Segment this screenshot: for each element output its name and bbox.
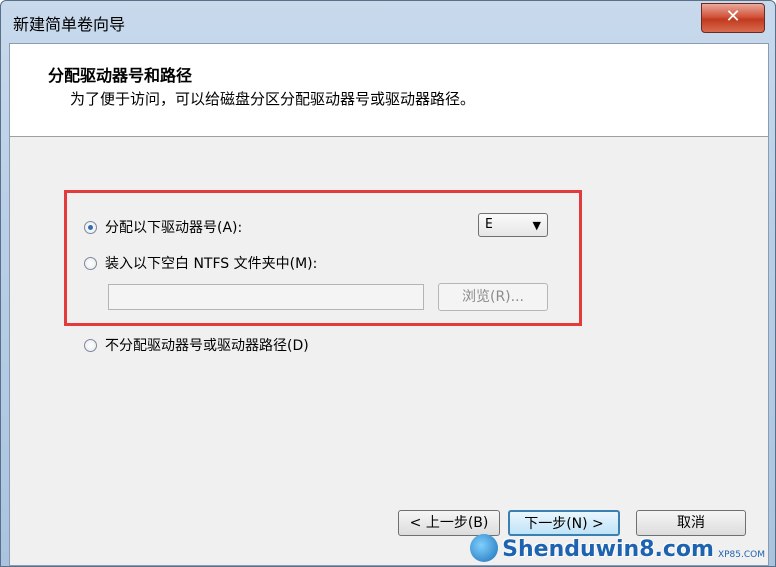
close-button[interactable]: ✕ bbox=[701, 3, 765, 33]
assign-letter-radio[interactable] bbox=[84, 220, 97, 234]
watermark: Shenduwin8.com XP85.COM bbox=[470, 534, 765, 562]
mount-folder-option[interactable]: 装入以下空白 NTFS 文件夹中(M): bbox=[84, 253, 317, 273]
next-button[interactable]: 下一步(N) > bbox=[508, 510, 620, 536]
no-assign-radio[interactable] bbox=[84, 338, 97, 352]
title-bar[interactable]: 新建简单卷向导 ✕ bbox=[1, 1, 775, 41]
folder-path-input[interactable] bbox=[108, 284, 424, 310]
mount-folder-radio[interactable] bbox=[84, 256, 97, 270]
window-title: 新建简单卷向导 bbox=[13, 15, 126, 34]
page-title: 分配驱动器号和路径 bbox=[48, 66, 193, 85]
assign-letter-option[interactable]: 分配以下驱动器号(A): bbox=[84, 217, 242, 237]
watermark-logo-icon bbox=[470, 534, 499, 562]
watermark-text: Shenduwin8.com bbox=[502, 537, 714, 562]
mount-folder-label: 装入以下空白 NTFS 文件夹中(M): bbox=[105, 256, 318, 272]
chevron-down-icon: ▼ bbox=[532, 219, 541, 232]
back-button[interactable]: < 上一步(B) bbox=[398, 510, 500, 536]
no-assign-label: 不分配驱动器号或驱动器路径(D) bbox=[105, 338, 309, 354]
cancel-button[interactable]: 取消 bbox=[636, 510, 746, 536]
wizard-header: 分配驱动器号和路径 为了便于访问，可以给磁盘分区分配驱动器号或驱动器路径。 bbox=[10, 44, 768, 137]
no-assign-option[interactable]: 不分配驱动器号或驱动器路径(D) bbox=[84, 335, 309, 355]
drive-letter-value: E bbox=[485, 217, 493, 232]
wizard-client-area: 分配驱动器号和路径 为了便于访问，可以给磁盘分区分配驱动器号或驱动器路径。 分配… bbox=[9, 43, 769, 566]
close-icon: ✕ bbox=[725, 6, 741, 27]
wizard-body: 分配以下驱动器号(A): E ▼ 装入以下空白 NTFS 文件夹中(M): 浏览… bbox=[10, 137, 768, 565]
page-description: 为了便于访问，可以给磁盘分区分配驱动器号或驱动器路径。 bbox=[70, 90, 476, 108]
assign-letter-label: 分配以下驱动器号(A): bbox=[105, 220, 243, 236]
watermark-subtext: XP85.COM bbox=[717, 550, 765, 560]
browse-button[interactable]: 浏览(R)... bbox=[438, 283, 548, 311]
drive-letter-select[interactable]: E ▼ bbox=[478, 213, 548, 237]
wizard-window: 新建简单卷向导 ✕ 分配驱动器号和路径 为了便于访问，可以给磁盘分区分配驱动器号… bbox=[0, 0, 776, 567]
